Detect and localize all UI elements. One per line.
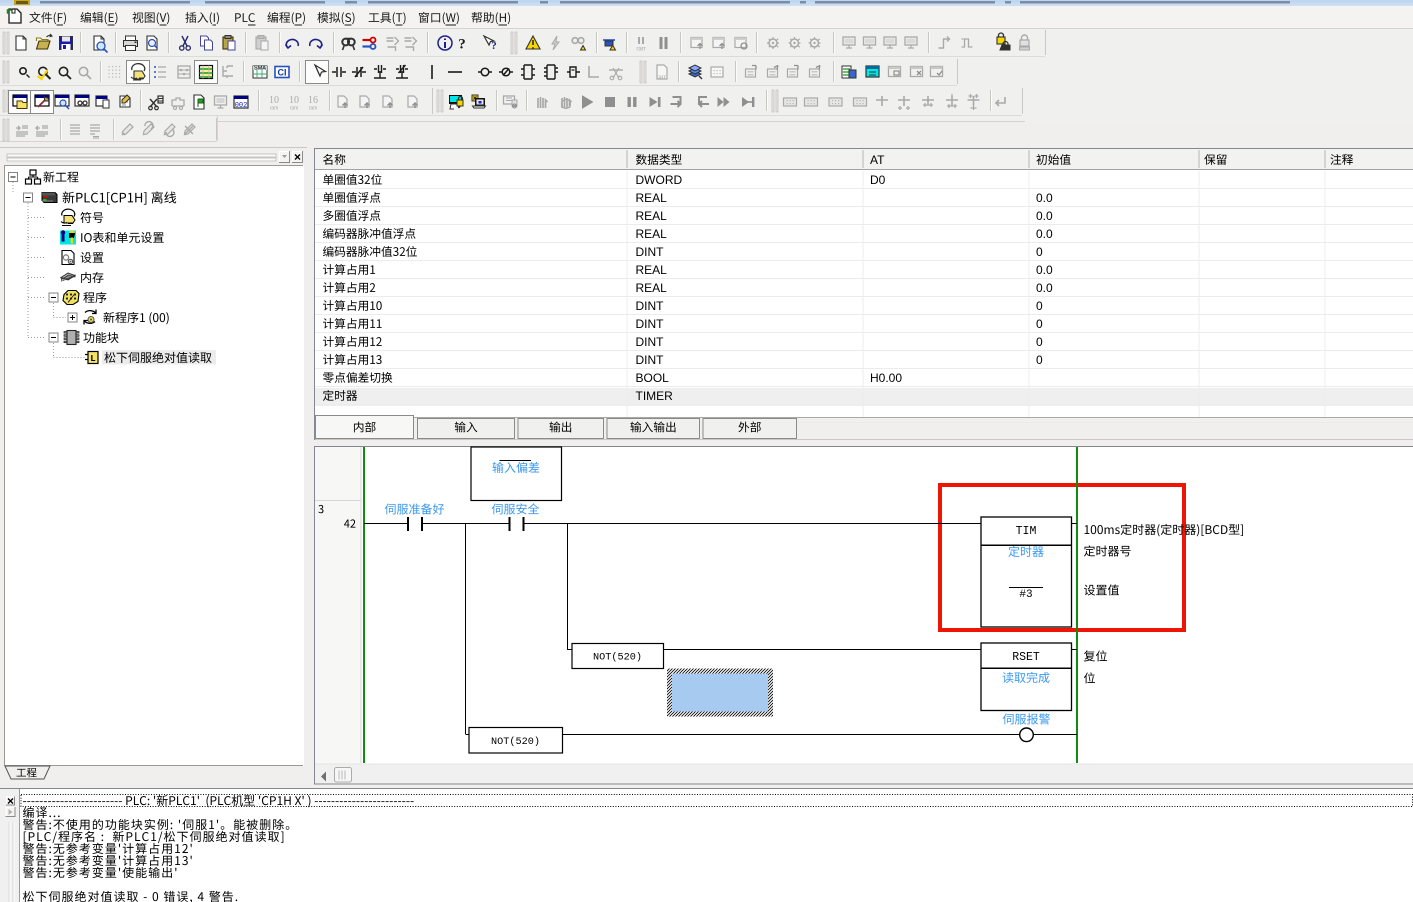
svg-text:REAL: REAL — [636, 191, 668, 205]
svg-text:0.0: 0.0 — [1036, 263, 1053, 277]
svg-text:RSET: RSET — [1012, 651, 1040, 664]
svg-text:DINT: DINT — [636, 245, 665, 259]
svg-text:TIM: TIM — [1016, 525, 1037, 538]
svg-text:?: ? — [491, 40, 497, 52]
svg-text:0: 0 — [1036, 353, 1043, 367]
svg-text:DWORD: DWORD — [636, 173, 683, 187]
svg-text:BOOL: BOOL — [636, 371, 670, 385]
svg-text:rarr: rarr — [656, 75, 665, 81]
svg-text:10: 10 — [289, 95, 299, 106]
svg-text:SMA: SMA — [254, 65, 266, 71]
svg-text:H0.00: H0.00 — [870, 371, 902, 385]
svg-text:L: L — [90, 354, 95, 364]
svg-text:ram: ram — [290, 106, 299, 112]
svg-text:ram: ram — [309, 106, 318, 112]
svg-text:DINT: DINT — [636, 299, 665, 313]
svg-text:?: ? — [458, 37, 466, 53]
svg-text:0: 0 — [1036, 335, 1043, 349]
svg-text:0: 0 — [1036, 245, 1043, 259]
svg-text:0.0: 0.0 — [1036, 191, 1053, 205]
svg-text:CI: CI — [278, 68, 287, 78]
svg-text:TIMER: TIMER — [636, 389, 674, 403]
svg-text:16: 16 — [308, 95, 318, 106]
svg-text:0: 0 — [1036, 299, 1043, 313]
svg-text:0.0: 0.0 — [1036, 281, 1053, 295]
svg-text:DINT: DINT — [636, 353, 665, 367]
svg-text:0.0: 0.0 — [1036, 227, 1053, 241]
svg-text:REAL: REAL — [636, 227, 668, 241]
svg-text:ram: ram — [270, 106, 279, 112]
svg-text:NOT(520): NOT(520) — [593, 652, 642, 664]
svg-text:002: 002 — [235, 102, 248, 110]
svg-text:AT: AT — [870, 153, 885, 167]
svg-text:DINT: DINT — [636, 317, 665, 331]
svg-text:REAL: REAL — [636, 263, 668, 277]
svg-text:NOT(520): NOT(520) — [491, 736, 540, 748]
svg-text:#3: #3 — [1019, 589, 1032, 601]
svg-text:REAL: REAL — [636, 209, 668, 223]
svg-text:10: 10 — [269, 95, 279, 106]
svg-text:REAL: REAL — [636, 281, 668, 295]
svg-text:0: 0 — [1036, 317, 1043, 331]
svg-text:rarr: rarr — [636, 47, 645, 53]
svg-text:0.0: 0.0 — [1036, 209, 1053, 223]
svg-text:D0: D0 — [870, 173, 886, 187]
svg-text:DINT: DINT — [636, 335, 665, 349]
